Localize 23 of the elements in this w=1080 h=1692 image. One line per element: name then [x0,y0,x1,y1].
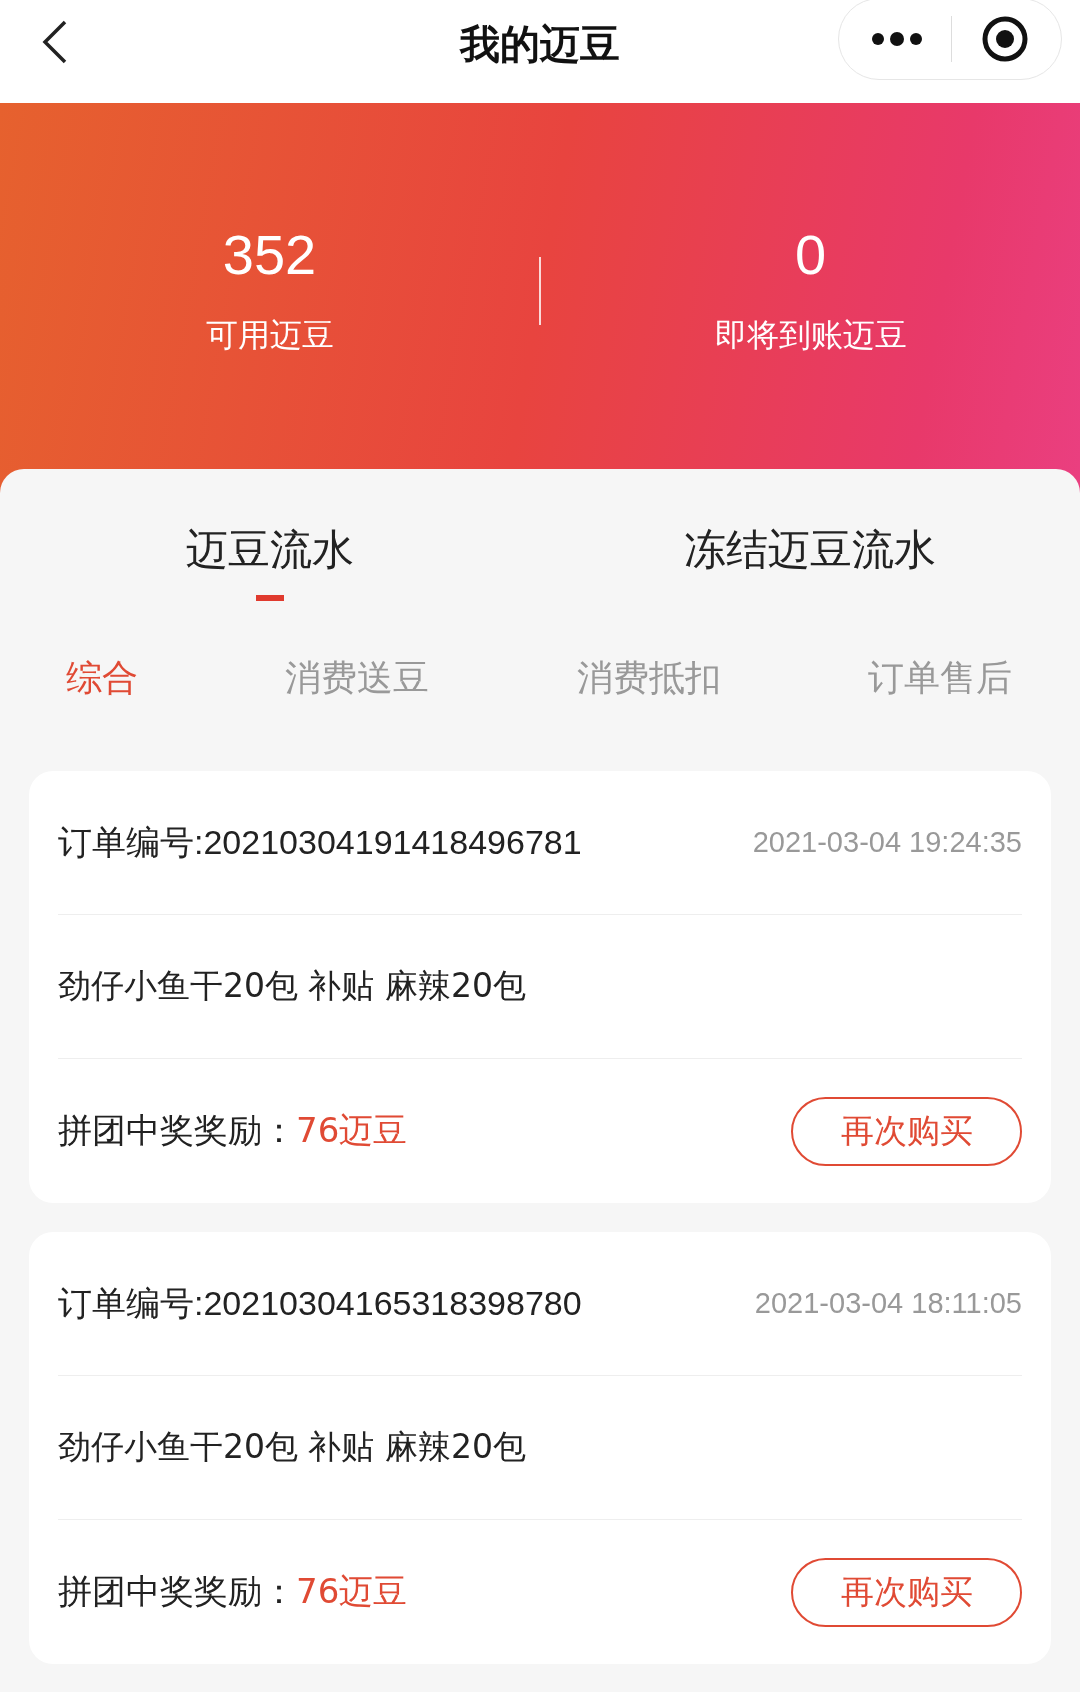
tab[interactable]: 冻结迈豆流水 [684,523,936,601]
buy-again-button[interactable]: 再次购买 [791,1557,1022,1627]
bean-count: 0 [794,223,827,287]
filter-tab[interactable]: 消费送豆 [285,656,430,740]
bean-count: 352 [222,223,317,287]
filter-tab[interactable]: 订单售后 [868,656,1012,740]
order-number: 订单编号:20210304191418496781 [58,821,582,863]
buy-again-button[interactable]: 再次购买 [791,1096,1022,1166]
reward-text: 拼团中奖奖励：76迈豆 [58,1570,408,1613]
more-icon[interactable] [871,32,924,46]
product-name: 劲仔小鱼干20包 补贴 麻辣20包 [58,965,526,1007]
back-icon[interactable] [42,20,68,64]
order-time: 2021-03-04 18:11:05 [754,1287,1022,1320]
reward-text: 拼团中奖奖励：76迈豆 [58,1109,408,1152]
order-number: 订单编号:20210304165318398780 [58,1282,582,1324]
target-icon[interactable] [980,15,1029,63]
filter-tab[interactable]: 消费抵扣 [576,656,721,740]
page-title: 我的迈豆 [460,20,620,69]
product-name: 劲仔小鱼干20包 补贴 麻辣20包 [58,1426,526,1468]
bean-label: 可用迈豆 [205,315,334,356]
filter-tab[interactable]: 综合 [66,656,138,740]
bean-label: 即将到账迈豆 [714,315,907,356]
order-time: 2021-03-04 19:24:35 [752,826,1022,859]
